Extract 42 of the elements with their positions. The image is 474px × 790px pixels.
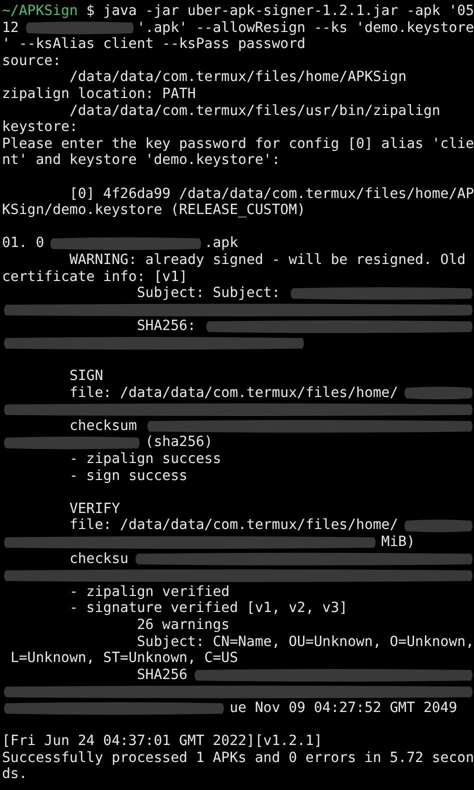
terminal-line: - zipalign verified xyxy=(69,584,230,600)
terminal-line: Please enter the key password for config [0] alias 'clie xyxy=(2,136,474,152)
terminal-line: certificate info: [v1] xyxy=(2,268,188,284)
terminal-line: ue Nov 09 04:27:52 GMT 2049 xyxy=(230,700,458,716)
terminal-line: Subject: Subject: xyxy=(136,285,280,302)
terminal-line: Subject: CN=Name, OU=Unknown, O=Unknown, xyxy=(136,634,474,650)
terminal-line: [0] 4f26da99 /data/data/com.termux/files/home/AP xyxy=(69,186,474,202)
terminal-line: - zipalign success xyxy=(69,451,222,468)
terminal-line: checksum xyxy=(69,418,137,434)
terminal-line: - sign success xyxy=(69,468,188,484)
terminal-line: KSign/demo.keystore (RELEASE_CUSTOM) xyxy=(2,202,306,218)
terminal-line: WARNING: already signed - will be resigned. Old xyxy=(69,252,466,268)
terminal-line: 12 xyxy=(2,20,19,36)
terminal-line: zipalign location: PATH xyxy=(2,86,196,102)
terminal-line: file: /data/data/com.termux/files/home/ xyxy=(69,384,398,401)
terminal-line: L=Unknown, ST=Unknown, C=US xyxy=(10,650,238,666)
terminal-line: /data/data/com.termux/files/home/APKSign xyxy=(69,69,407,86)
terminal-line: ds. xyxy=(2,766,28,782)
terminal-line: SHA256: xyxy=(136,318,196,334)
command-text: $ java -jar uber-apk-signer-1.2.1.jar -apk '05 xyxy=(85,3,474,19)
terminal-line: '.apk' --allowResign --ks 'demo.keystore xyxy=(136,20,474,36)
terminal-line: MiB) xyxy=(381,534,416,550)
redaction-scribble xyxy=(404,386,472,400)
terminal-line: SHA256 xyxy=(136,666,188,683)
terminal-line: 01. 0 xyxy=(2,235,44,252)
terminal-line: - signature verified [v1, v2, v3] xyxy=(69,600,348,616)
terminal-line: .apk xyxy=(204,235,238,252)
redaction-scribble xyxy=(404,520,472,532)
terminal-line: source: xyxy=(2,52,62,69)
terminal-line: /data/data/com.termux/files/usr/bin/zipalign xyxy=(69,102,440,119)
terminal-line: 26 warnings xyxy=(136,616,230,633)
prompt-path: ~/APKSign xyxy=(2,3,78,19)
terminal-line: (sha256) xyxy=(145,434,213,450)
terminal-line: [Fri Jun 24 04:37:01 GMT 2022][v1.2.1] xyxy=(2,733,322,750)
terminal-line: SIGN xyxy=(69,368,104,384)
terminal-line: nt' and keystore 'demo.keystore': xyxy=(2,152,280,168)
terminal-line: VERIFY xyxy=(69,500,120,517)
terminal-line: keystore: xyxy=(2,119,78,136)
terminal-line: Successfully processed 1 APKs and 0 errors in 5.72 secon xyxy=(2,750,474,766)
terminal-line: ' --ksAlias client --ksPass password xyxy=(2,36,306,52)
terminal-line: file: /data/data/com.termux/files/home/ xyxy=(69,517,398,534)
terminal-line: checksu xyxy=(69,550,128,567)
